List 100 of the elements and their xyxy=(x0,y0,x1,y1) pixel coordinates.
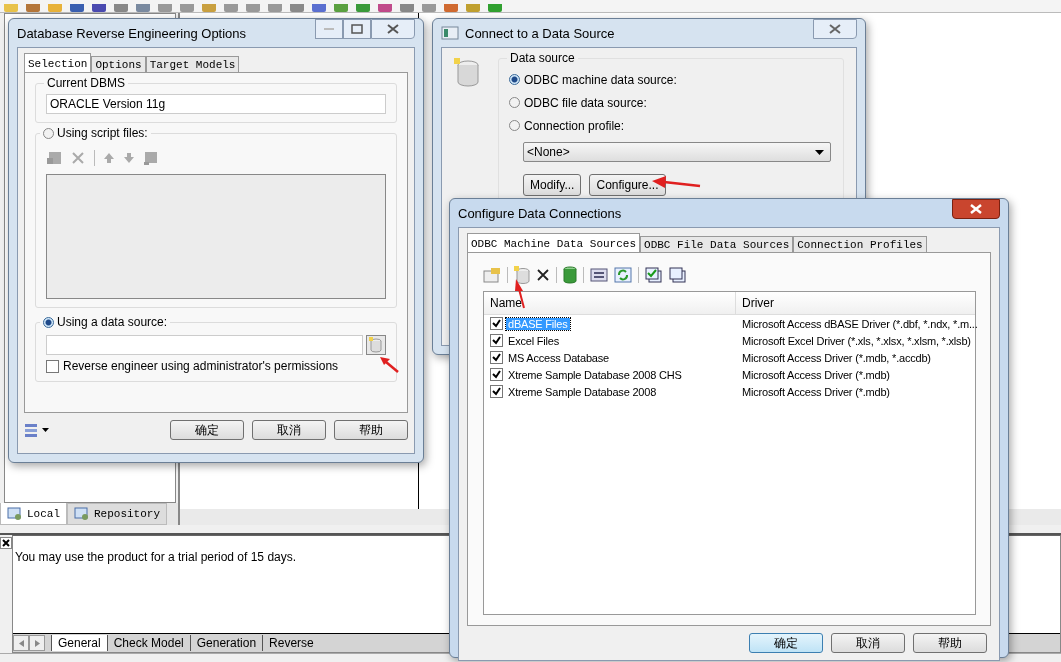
driver-cell-text: Microsoft Access Driver (*.mdb) xyxy=(741,385,890,398)
output-tab[interactable]: General xyxy=(51,635,107,651)
toolbar-icon[interactable] xyxy=(422,4,436,12)
scroll-left-icon[interactable] xyxy=(13,635,29,651)
checkbox[interactable] xyxy=(490,334,503,347)
window-title: Connect to a Data Source xyxy=(465,25,616,41)
properties-icon[interactable] xyxy=(483,267,501,283)
data-source-name[interactable]: MS Access Database xyxy=(506,351,611,364)
profile-dropdown[interactable]: <None> xyxy=(523,142,831,162)
maximize-button[interactable] xyxy=(343,19,371,39)
database-icon[interactable] xyxy=(563,266,577,284)
browser-tab[interactable]: Repository xyxy=(67,503,168,525)
checkbox[interactable] xyxy=(490,385,503,398)
database-icon xyxy=(369,337,383,353)
window-title: Database Reverse Engineering Options xyxy=(17,25,248,41)
column-header[interactable]: Driver xyxy=(736,292,774,314)
list-menu-icon[interactable] xyxy=(24,423,50,437)
text-field[interactable]: ORACLE Version 11g xyxy=(46,94,386,114)
script-file-list[interactable] xyxy=(46,174,386,299)
toolbar-icon[interactable] xyxy=(136,4,150,12)
maximize-icon xyxy=(351,24,363,34)
dialog-tab[interactable]: Options xyxy=(91,56,146,72)
close-button[interactable] xyxy=(952,199,1000,219)
dialog-tab[interactable]: Selection xyxy=(24,53,92,72)
data-source-name[interactable]: Xtreme Sample Database 2008 CHS xyxy=(506,368,684,381)
move-up-icon[interactable] xyxy=(103,152,115,164)
radio-option[interactable]: ODBC machine data source: xyxy=(509,71,831,88)
uncheck-all-icon[interactable] xyxy=(669,267,687,283)
group-label: Current DBMS xyxy=(44,76,129,90)
browse-button[interactable] xyxy=(366,335,386,355)
dialog-button[interactable]: 取消 xyxy=(831,633,905,653)
data-source-name[interactable]: Excel Files xyxy=(506,334,561,347)
close-button[interactable] xyxy=(813,19,857,39)
dialog-button[interactable]: Configure... xyxy=(589,174,666,196)
toolbar-icon[interactable] xyxy=(312,4,326,12)
toolbar-icon[interactable] xyxy=(114,4,128,12)
toolbar-icon[interactable] xyxy=(180,4,194,12)
toolbar-icon[interactable] xyxy=(202,4,216,12)
checkbox[interactable] xyxy=(490,368,503,381)
caret-icon xyxy=(815,149,824,155)
group-label: Data source xyxy=(507,51,578,65)
server-icon[interactable] xyxy=(590,267,608,283)
radio-option[interactable]: Connection profile: xyxy=(509,117,831,134)
dialog-tab[interactable]: ODBC File Data Sources xyxy=(640,236,794,252)
radio-option[interactable]: ODBC file data source: xyxy=(509,94,831,111)
toolbar-icon[interactable] xyxy=(400,4,414,12)
new-database-icon[interactable] xyxy=(514,266,530,284)
toolbar-icon[interactable] xyxy=(70,4,84,12)
data-source-field[interactable] xyxy=(46,335,363,355)
toolbar-icon[interactable] xyxy=(224,4,238,12)
window-icon xyxy=(7,506,23,521)
close-button[interactable] xyxy=(371,19,415,39)
toolbar-icon[interactable] xyxy=(92,4,106,12)
dialog-button[interactable]: 确定 xyxy=(170,420,244,440)
dialog-tab[interactable]: Target Models xyxy=(145,56,240,72)
scroll-right-icon[interactable] xyxy=(29,635,45,651)
toolbar-icon[interactable] xyxy=(444,4,458,12)
browser-tab[interactable]: Local xyxy=(0,503,67,525)
annotation-arrow xyxy=(378,354,400,374)
close-icon[interactable] xyxy=(0,537,12,549)
dialog-tab[interactable]: Connection Profiles xyxy=(793,236,927,252)
toolbar-icon[interactable] xyxy=(466,4,480,12)
toolbar-icon[interactable] xyxy=(48,4,62,12)
dialog-button[interactable]: 帮助 xyxy=(913,633,987,653)
radio-option[interactable]: Using script files: xyxy=(40,126,151,140)
dialog-button[interactable]: 取消 xyxy=(252,420,326,440)
toolbar-icon[interactable] xyxy=(378,4,392,12)
dialog-button[interactable]: Modify... xyxy=(523,174,582,196)
window-icon xyxy=(74,507,90,521)
driver-cell-text: Microsoft Excel Driver (*.xls, *.xlsx, *.xlsm, *.xlsb) xyxy=(741,334,971,347)
toolbar-icon[interactable] xyxy=(356,4,370,12)
add-file-icon[interactable] xyxy=(46,150,62,166)
dialog-tab[interactable]: ODBC Machine Data Sources xyxy=(467,233,641,252)
dialog-button[interactable]: 帮助 xyxy=(334,420,408,440)
toolbar-icon[interactable] xyxy=(246,4,260,12)
driver-cell-text: Microsoft Access Driver (*.mdb, *.accdb) xyxy=(741,351,931,364)
toolbar-icon[interactable] xyxy=(268,4,282,12)
close-icon xyxy=(829,24,841,34)
database-icon xyxy=(454,58,480,88)
toolbar-icon[interactable] xyxy=(334,4,348,12)
refresh-icon[interactable] xyxy=(614,267,632,283)
toolbar-icon[interactable] xyxy=(158,4,172,12)
check-all-icon[interactable] xyxy=(645,267,663,283)
data-source-name[interactable]: Xtreme Sample Database 2008 xyxy=(506,385,659,398)
toolbar-icon[interactable] xyxy=(488,4,502,12)
toolbar-icon[interactable] xyxy=(290,4,304,12)
radio-option[interactable]: Using a data source: xyxy=(40,315,171,329)
driver-cell-text: Microsoft Access dBASE Driver (*.dbf, *.ndx, *.m... xyxy=(741,317,978,330)
checkbox[interactable] xyxy=(490,351,503,364)
column-header[interactable]: Name xyxy=(484,292,736,314)
checkbox-option[interactable]: Reverse engineer using administrator's permissions xyxy=(46,359,339,373)
minimize-button[interactable] xyxy=(315,19,343,39)
toolbar-icon[interactable] xyxy=(26,4,40,12)
move-down-icon[interactable] xyxy=(123,152,135,164)
delete-icon[interactable] xyxy=(536,268,550,282)
window-icon xyxy=(441,26,459,40)
close-icon xyxy=(970,204,982,214)
checkbox[interactable] xyxy=(490,317,503,330)
file-icon[interactable] xyxy=(143,150,159,166)
dialog-button[interactable]: 确定 xyxy=(749,633,823,653)
